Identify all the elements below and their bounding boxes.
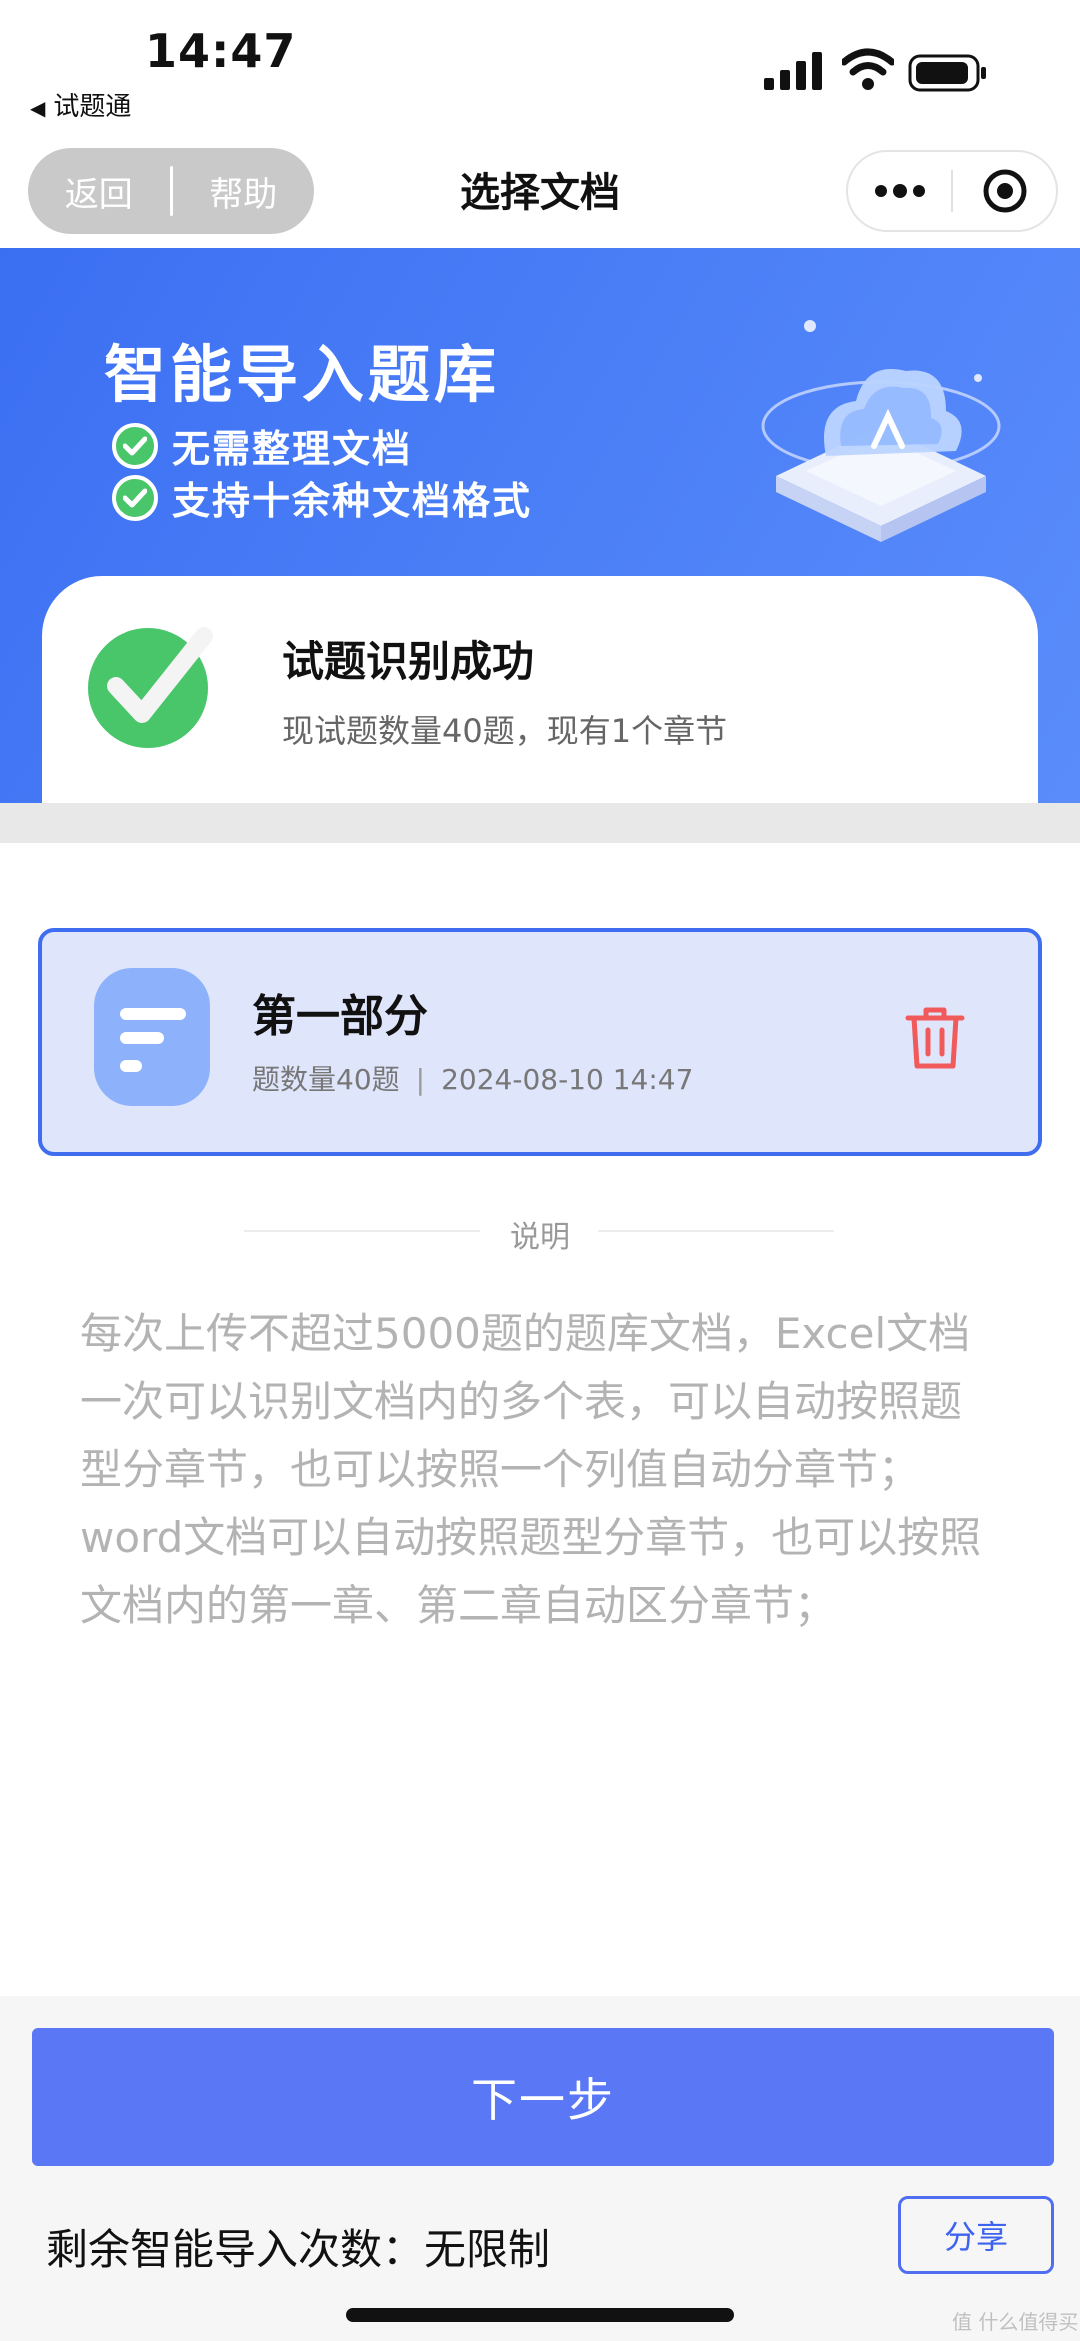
mini-program-capsule xyxy=(846,150,1058,232)
note-label: 说明 xyxy=(510,1220,570,1255)
document-meta: 题数量40题 | 2024-08-10 14:47 xyxy=(252,1058,693,1098)
back-to-app-link[interactable]: ◀ 试题通 xyxy=(30,86,131,123)
battery-icon xyxy=(908,54,986,92)
status-time: 14:47 xyxy=(145,24,297,78)
document-file-icon xyxy=(94,968,210,1106)
cloud-upload-illustration xyxy=(761,320,1001,542)
banner-feature: 支持十余种文档格式 xyxy=(112,470,532,525)
remaining-imports-text: 剩余智能导入次数：无限制 xyxy=(46,2225,551,2274)
banner-feature-text: 支持十余种文档格式 xyxy=(172,479,533,523)
document-title: 第一部分 xyxy=(252,991,428,1042)
check-circle-icon xyxy=(112,422,158,469)
check-circle-icon xyxy=(112,474,158,521)
more-button[interactable] xyxy=(848,184,951,198)
home-indicator[interactable] xyxy=(346,2308,734,2322)
share-button[interactable]: 分享 xyxy=(898,2196,1054,2274)
banner-title: 智能导入题库 xyxy=(104,338,501,411)
banner-feature-text: 无需整理文档 xyxy=(172,427,413,471)
back-triangle-icon: ◀ xyxy=(30,96,46,120)
banner-feature: 无需整理文档 xyxy=(112,418,412,473)
next-step-button[interactable]: 下一步 xyxy=(32,2028,1054,2166)
meta-separator: | xyxy=(415,1063,426,1096)
trash-icon[interactable] xyxy=(904,1004,966,1070)
more-dots-icon xyxy=(874,184,925,198)
close-miniprogram-button[interactable] xyxy=(953,168,1056,214)
success-subtitle: 现试题数量40题，现有1个章节 xyxy=(282,712,728,750)
question-count: 题数量40题 xyxy=(252,1063,400,1096)
watermark: 值 什么值得买 xyxy=(952,2310,1079,2334)
back-app-label: 试题通 xyxy=(53,92,132,122)
wifi-icon xyxy=(842,48,894,90)
cellular-signal-icon xyxy=(764,52,822,90)
section-divider xyxy=(0,803,1080,843)
target-icon xyxy=(983,169,1026,213)
document-datetime: 2024-08-10 14:47 xyxy=(441,1063,694,1096)
note-text: 每次上传不超过5000题的题库文档，Excel文档一次可以识别文档内的多个表，可… xyxy=(80,1309,982,1630)
success-check-icon xyxy=(88,627,213,748)
success-title: 试题识别成功 xyxy=(282,637,535,686)
